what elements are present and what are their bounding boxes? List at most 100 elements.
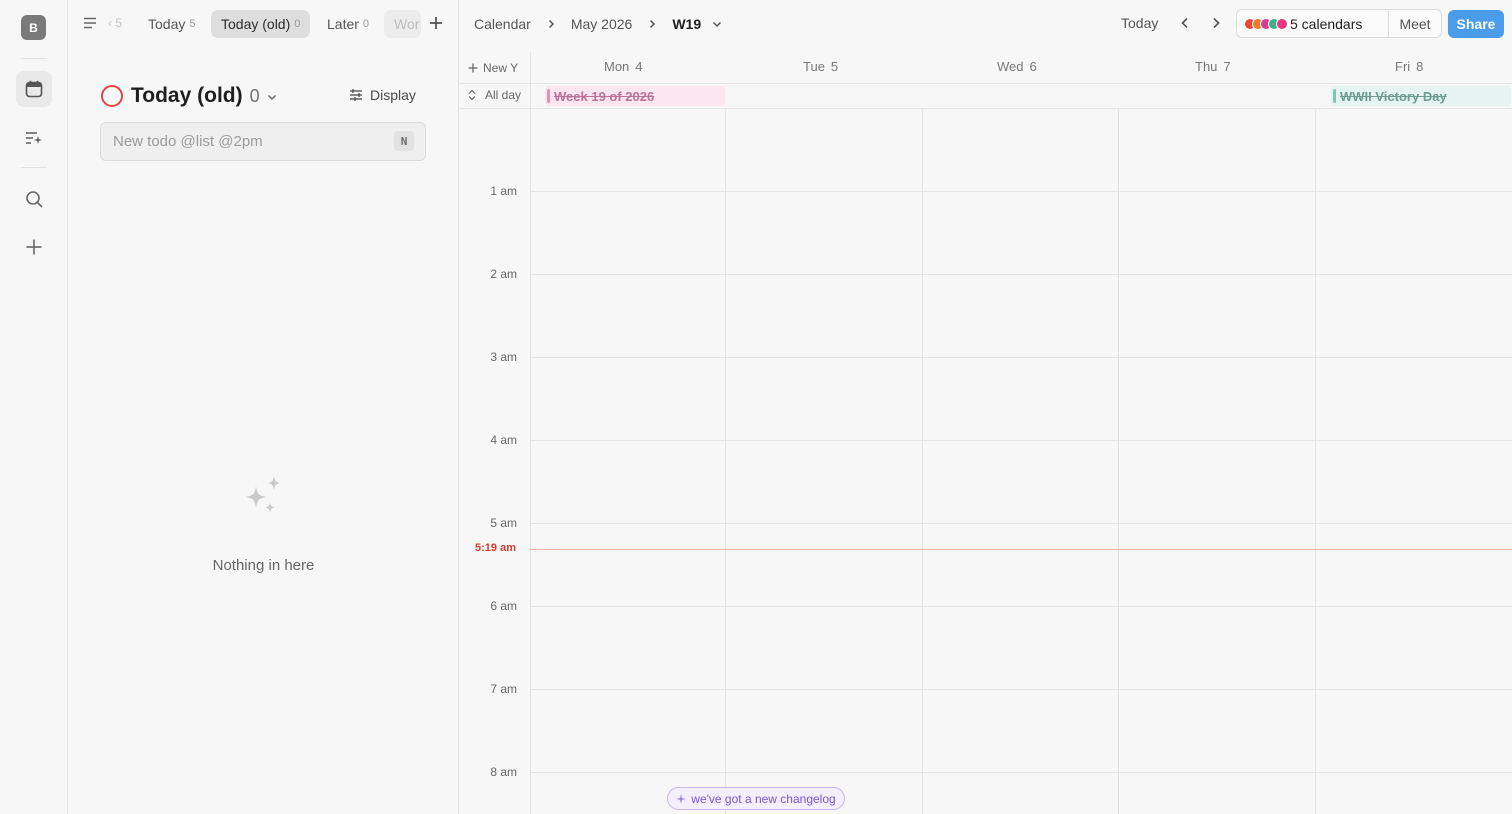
tab-work[interactable]: Wor [384, 10, 421, 38]
day-name: Tue [803, 59, 825, 74]
tab-today-old[interactable]: Today (old) 0 [211, 10, 311, 38]
workspace-avatar[interactable]: B [21, 15, 46, 40]
day-number: 7 [1223, 59, 1231, 74]
hour-label: 3 am [490, 350, 517, 364]
breadcrumb-week[interactable]: W19 [672, 16, 701, 32]
calendar-nav-button[interactable] [16, 71, 52, 107]
hour-line [530, 274, 1512, 275]
calendar-icon [25, 80, 43, 98]
day-column-divider [1118, 109, 1119, 814]
ai-list-icon [26, 132, 42, 144]
add-tab-icon[interactable] [428, 15, 444, 31]
day-name: Wed [997, 59, 1024, 74]
new-todo-input[interactable] [100, 122, 426, 161]
new-event-button[interactable]: New Y [468, 61, 524, 75]
day-header-mon[interactable]: Mon 4 [604, 59, 643, 74]
day-header-tue[interactable]: Tue 5 [803, 59, 838, 74]
sparkles-icon [244, 476, 281, 513]
calendar-panel: Calendar May 2026 W19 Today 5 calendars … [459, 0, 1512, 814]
all-day-row: All day Week 19 of 2026 WWII Victory Day [459, 84, 1512, 109]
calendars-button[interactable]: 5 calendars [1237, 10, 1389, 37]
chevron-down-icon[interactable] [266, 91, 278, 103]
breadcrumb-month[interactable]: May 2026 [571, 16, 632, 32]
day-header-wed[interactable]: Wed 6 [997, 59, 1037, 74]
hour-label: 8 am [490, 765, 517, 779]
tab-label: Wor [394, 16, 420, 32]
tab-label: Today [148, 16, 186, 32]
hour-label: 5 am [490, 516, 517, 530]
hour-label: 7 am [490, 682, 517, 696]
menu-icon[interactable] [82, 15, 98, 31]
breadcrumb: Calendar May 2026 W19 [474, 13, 723, 35]
breadcrumb-calendar[interactable]: Calendar [474, 16, 531, 32]
empty-message: Nothing in here [212, 557, 315, 574]
hour-line [530, 357, 1512, 358]
current-time-label: 5:19 am [475, 542, 516, 555]
search-icon [26, 191, 43, 208]
today-button[interactable]: Today [1121, 15, 1158, 31]
day-header-row: New Y Mon 4 Tue 5 Wed 6 Thu 7 Fri 8 [459, 52, 1512, 84]
day-column-divider [922, 109, 923, 814]
tab-count: 0 [294, 18, 301, 30]
changelog-banner[interactable]: we've got a new changelog [667, 787, 845, 810]
time-grid[interactable]: 1 am 2 am 3 am 4 am 5 am 6 am 7 am 8 am 5:19 am [459, 109, 1512, 814]
day-number: 8 [1416, 59, 1424, 74]
tab-label: Later [327, 16, 359, 32]
add-nav-button[interactable] [16, 229, 52, 265]
todo-panel: ‹ 5 Today 5 Today (old) 0 Later 0 Wor To… [68, 0, 459, 814]
ai-list-nav-button[interactable] [16, 120, 52, 156]
tab-count: 0 [362, 18, 370, 30]
rail-divider [21, 58, 47, 59]
list-header: Today (old) 0 [101, 82, 278, 110]
share-button[interactable]: Share [1448, 10, 1504, 38]
previous-tab-count-value: 5 [115, 16, 123, 30]
tab-count: 5 [189, 18, 196, 30]
day-number: 6 [1029, 59, 1037, 74]
sparkle-icon [676, 793, 687, 804]
day-header-thu[interactable]: Thu 7 [1195, 59, 1231, 74]
calendar-color-dots [1244, 17, 1288, 30]
hour-line [530, 772, 1512, 773]
hour-label: 2 am [490, 267, 517, 281]
shortcut-badge: N [394, 131, 414, 151]
all-day-event[interactable]: WWII Victory Day [1331, 86, 1511, 106]
chevron-right-icon [650, 19, 656, 29]
plus-icon [468, 63, 478, 73]
empty-state: Nothing in here [68, 474, 459, 574]
list-count: 0 [249, 85, 260, 106]
hour-line [530, 606, 1512, 607]
search-nav-button[interactable] [16, 181, 52, 217]
chevron-left-icon[interactable] [1177, 15, 1193, 31]
day-number: 4 [635, 59, 643, 74]
sliders-icon [350, 89, 362, 101]
calendar-controls: 5 calendars Meet [1236, 9, 1442, 38]
current-time-line [530, 549, 1512, 551]
all-day-label: All day [485, 88, 522, 102]
previous-tab-count[interactable]: ‹ 5 [108, 16, 122, 30]
hour-line [530, 689, 1512, 690]
meet-button[interactable]: Meet [1389, 10, 1441, 37]
all-day-event[interactable]: Week 19 of 2026 [545, 86, 725, 106]
calendars-label: 5 calendars [1290, 15, 1363, 32]
display-button[interactable]: Display [349, 84, 416, 106]
new-event-label: New Y [483, 61, 519, 75]
hour-line [530, 440, 1512, 441]
list-title[interactable]: Today (old) [131, 84, 243, 108]
all-day-toggle[interactable]: All day [468, 88, 521, 102]
hour-label: 1 am [490, 184, 517, 198]
tab-later[interactable]: Later 0 [317, 10, 379, 38]
day-header-fri[interactable]: Fri 8 [1395, 59, 1423, 74]
day-name: Thu [1195, 59, 1218, 74]
day-number: 5 [830, 59, 839, 74]
chevron-right-icon[interactable] [1208, 15, 1224, 31]
changelog-label: we've got a new changelog [691, 791, 836, 806]
list-tabs: ‹ 5 Today 5 Today (old) 0 Later 0 Wor [68, 0, 459, 48]
plus-icon [26, 239, 42, 255]
day-name: Fri [1395, 59, 1411, 74]
tab-label: Today (old) [221, 16, 291, 32]
chevron-down-icon[interactable] [711, 18, 723, 30]
tab-today[interactable]: Today 5 [138, 10, 205, 38]
day-column-divider [1315, 109, 1316, 814]
hour-label: 4 am [490, 433, 517, 447]
hour-line [530, 523, 1512, 524]
